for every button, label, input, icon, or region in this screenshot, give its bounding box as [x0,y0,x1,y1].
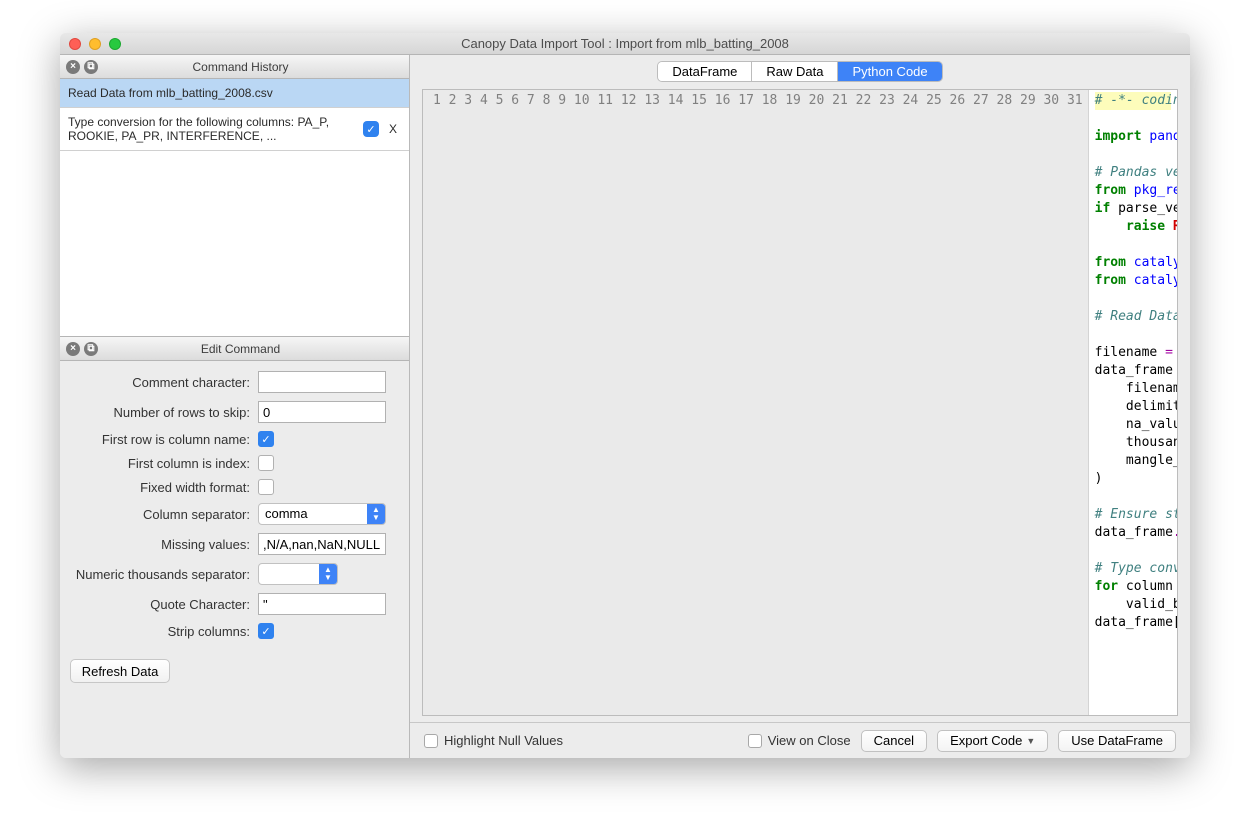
close-panel-icon[interactable]: × [66,60,80,74]
use-dataframe-button[interactable]: Use DataFrame [1058,730,1176,752]
dock-panel-icon[interactable]: ⧉ [84,60,98,74]
chevron-updown-icon: ▲▼ [319,564,337,584]
chevron-down-icon: ▼ [1026,736,1035,746]
first-col-index-checkbox[interactable] [258,455,274,471]
first-row-colname-checkbox[interactable]: ✓ [258,431,274,447]
edit-command-title: Edit Command [66,342,415,356]
command-history-list: Read Data from mlb_batting_2008.csv Type… [60,79,409,337]
cancel-button[interactable]: Cancel [861,730,927,752]
maximize-icon[interactable] [109,38,121,50]
edit-command-header: × ⧉ Edit Command [60,337,409,361]
line-gutter: 1 2 3 4 5 6 7 8 9 10 11 12 13 14 15 16 1… [423,90,1089,715]
highlight-null-checkbox[interactable] [424,734,438,748]
quote-char-label: Quote Character: [70,597,250,612]
window-title: Canopy Data Import Tool : Import from ml… [60,36,1190,51]
history-item[interactable]: Read Data from mlb_batting_2008.csv [60,79,409,108]
export-code-label: Export Code [950,733,1022,748]
skip-rows-label: Number of rows to skip: [70,405,250,420]
command-history-title: Command History [66,60,415,74]
first-row-colname-label: First row is column name: [70,432,250,447]
col-sep-label: Column separator: [70,507,250,522]
missing-values-label: Missing values: [70,537,250,552]
titlebar: Canopy Data Import Tool : Import from ml… [60,33,1190,55]
fixed-width-label: Fixed width format: [70,480,250,495]
col-sep-value: comma [259,504,367,524]
history-item-label: Read Data from mlb_batting_2008.csv [68,86,401,100]
code-editor[interactable]: 1 2 3 4 5 6 7 8 9 10 11 12 13 14 15 16 1… [422,89,1178,716]
close-panel-icon[interactable]: × [66,342,80,356]
refresh-data-button[interactable]: Refresh Data [70,659,170,683]
tabs: DataFrame Raw Data Python Code [410,55,1190,83]
command-history-header: × ⧉ Command History [60,55,409,79]
export-code-button[interactable]: Export Code ▼ [937,730,1048,752]
view-on-close-label: View on Close [768,733,851,748]
tab-raw-data[interactable]: Raw Data [752,62,838,81]
strip-columns-label: Strip columns: [70,624,250,639]
missing-values-input[interactable] [258,533,386,555]
edit-command-form: Comment character: Number of rows to ski… [60,361,409,758]
right-panel: DataFrame Raw Data Python Code 1 2 3 4 5… [410,55,1190,758]
checkmark-icon[interactable]: ✓ [363,121,379,137]
dock-panel-icon[interactable]: ⧉ [84,342,98,356]
first-col-index-label: First column is index: [70,456,250,471]
main-window: Canopy Data Import Tool : Import from ml… [60,33,1190,758]
chevron-updown-icon: ▲▼ [367,504,385,524]
highlight-null-label: Highlight Null Values [444,733,563,748]
thousands-sep-label: Numeric thousands separator: [70,567,250,582]
col-sep-select[interactable]: comma ▲▼ [258,503,386,525]
history-item-label: Type conversion for the following column… [68,115,357,143]
minimize-icon[interactable] [89,38,101,50]
tab-dataframe[interactable]: DataFrame [658,62,752,81]
left-panel: × ⧉ Command History Read Data from mlb_b… [60,55,410,758]
close-icon[interactable] [69,38,81,50]
quote-char-input[interactable] [258,593,386,615]
comment-char-input[interactable] [258,371,386,393]
thousands-sep-select[interactable]: ▲▼ [258,563,338,585]
thousands-sep-value [259,564,319,584]
delete-history-button[interactable]: X [385,122,401,136]
skip-rows-input[interactable] [258,401,386,423]
fixed-width-checkbox[interactable] [258,479,274,495]
view-on-close-checkbox[interactable] [748,734,762,748]
footer-bar: Highlight Null Values View on Close Canc… [410,722,1190,758]
tab-python-code[interactable]: Python Code [838,62,941,81]
history-item[interactable]: Type conversion for the following column… [60,108,409,151]
code-content[interactable]: # -*- coding: utf-8 -*- import pandas as… [1089,90,1177,715]
strip-columns-checkbox[interactable]: ✓ [258,623,274,639]
comment-char-label: Comment character: [70,375,250,390]
